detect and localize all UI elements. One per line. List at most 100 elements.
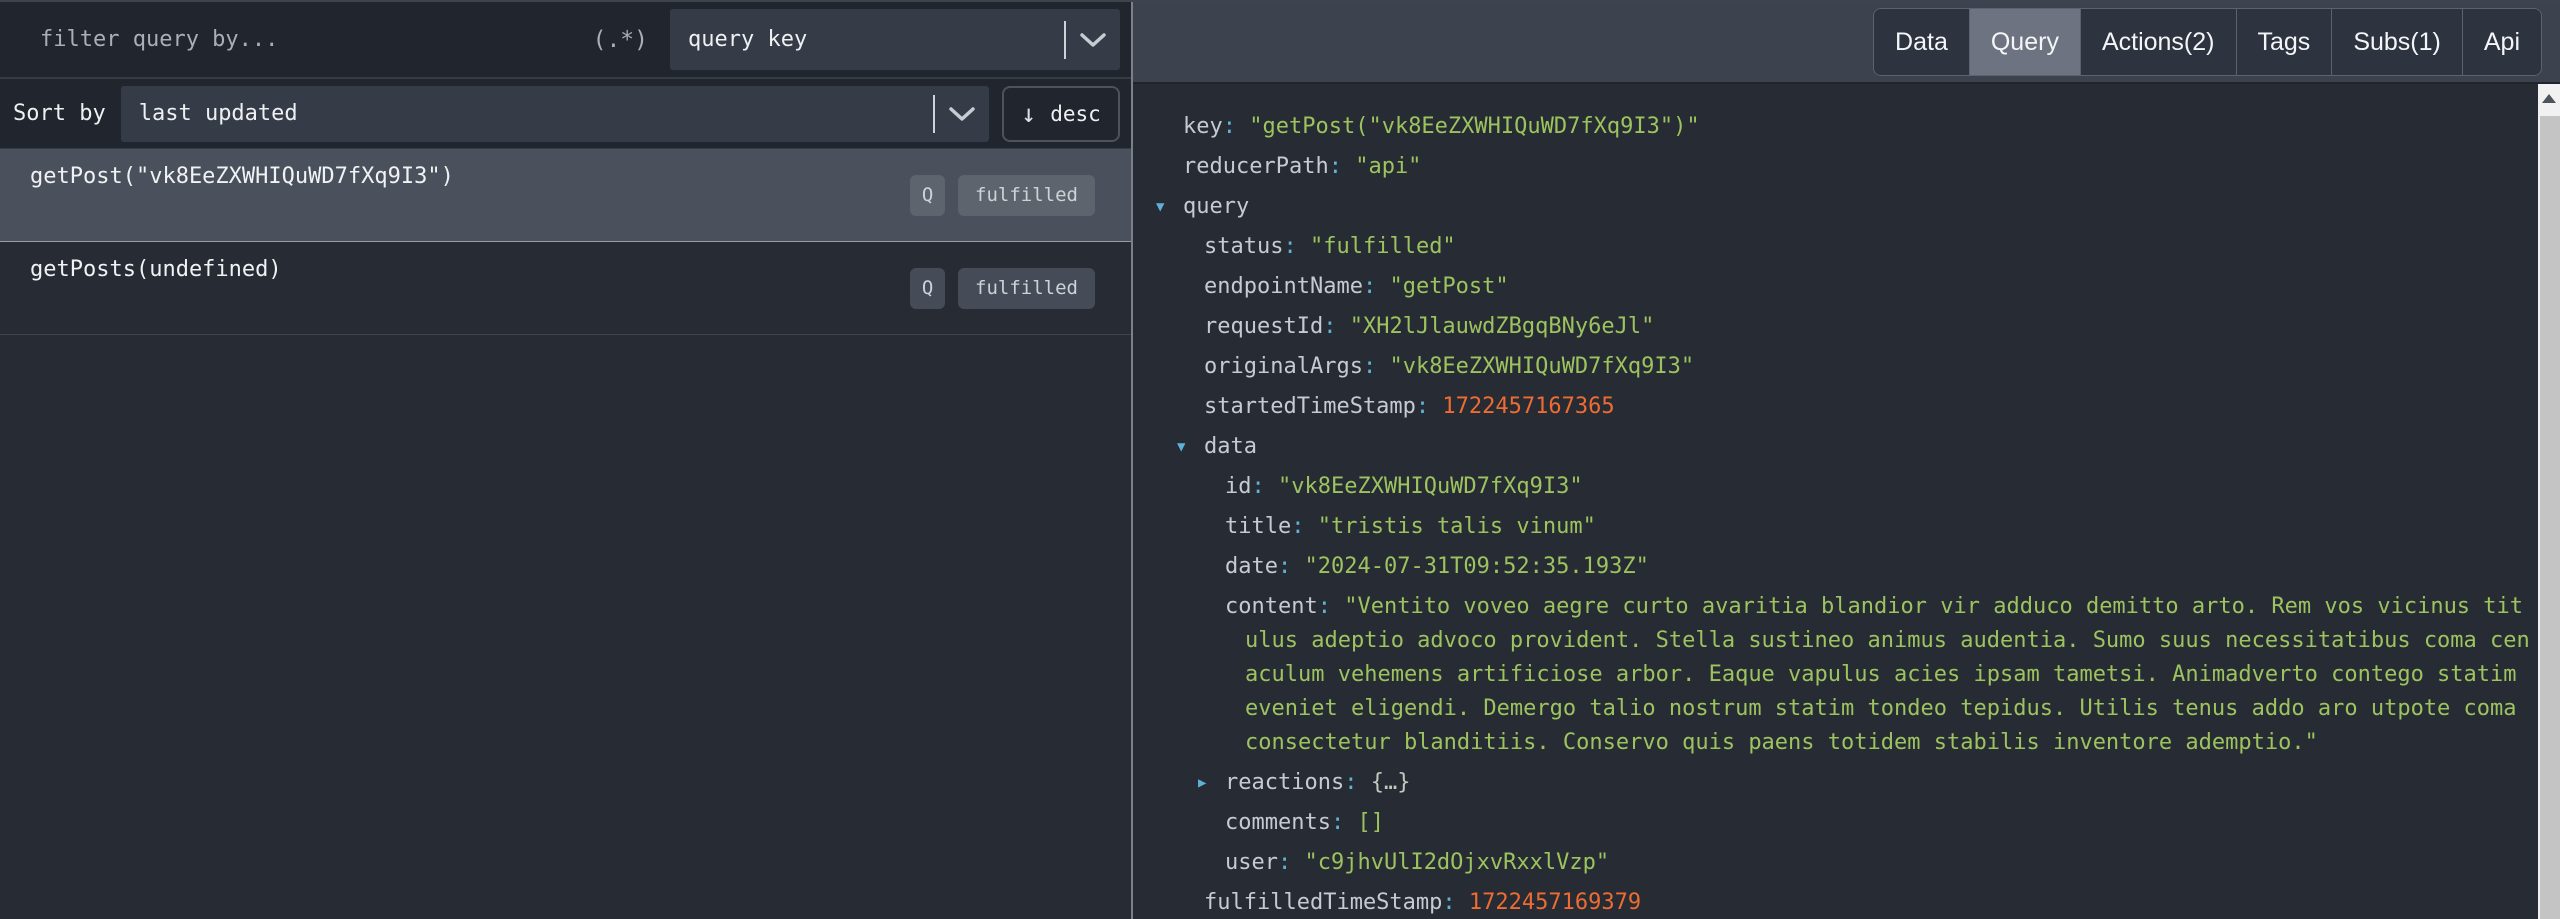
tree-key: key [1183, 114, 1223, 139]
tree-row-fulfilledtimestamp: fulfilledTimeStamp: 1722457169379 [1183, 886, 2532, 919]
tree-key[interactable]: data [1204, 434, 1257, 459]
key-value-separator: : [1363, 354, 1390, 379]
tree-row-requestid: requestId: "XH2lJlauwdZBgqBNy6eJl" [1183, 310, 2532, 344]
arrow-up-icon [2542, 94, 2556, 103]
tab-tags[interactable]: Tags [2236, 9, 2332, 75]
tree-value-string: "2024-07-31T09:52:35.193Z" [1304, 554, 1648, 579]
sort-by-label: Sort by [13, 101, 106, 126]
tree-row-user: user: "c9jhvUlI2dOjxvRxxlVzp" [1183, 846, 2532, 880]
query-key-label: getPost("vk8EeZXWHIQuWD7fXq9I3") [30, 164, 454, 189]
rtk-query-devtools-panel: (.*) query key Sort by last updated [0, 0, 2560, 919]
tree-value-string: "XH2lJlauwdZBgqBNy6eJl" [1350, 314, 1655, 339]
key-value-separator: : [1323, 314, 1350, 339]
key-value-separator: : [1283, 234, 1310, 259]
detail-tabs-header: DataQueryActions(2)TagsSubs(1)Api [1133, 2, 2560, 84]
tree-key: reducerPath [1183, 154, 1329, 179]
triangle-expanded-icon[interactable]: ▼ [1156, 190, 1183, 224]
tree-key: comments [1225, 810, 1331, 835]
tree-row-content: content: "Ventito voveo aegre curto avar… [1183, 590, 2532, 760]
filter-field-select-value: query key [670, 27, 1064, 52]
chevron-down-icon [935, 106, 989, 122]
triangle-collapsed-icon[interactable]: ▶ [1198, 766, 1225, 800]
tree-row-reducerpath: reducerPath: "api" [1183, 150, 2532, 184]
chevron-down-icon [1066, 32, 1120, 48]
key-value-separator: : [1318, 594, 1345, 619]
triangle-expanded-icon[interactable]: ▼ [1177, 430, 1204, 464]
tree-value-string: "vk8EeZXWHIQuWD7fXq9I3" [1389, 354, 1694, 379]
scrollbar-up-button[interactable] [2538, 84, 2560, 112]
arrow-down-icon: ↓ [1021, 99, 1036, 128]
tab-bar: DataQueryActions(2)TagsSubs(1)Api [1873, 8, 2542, 76]
tree-key: status [1204, 234, 1283, 259]
query-list: getPost("vk8EeZXWHIQuWD7fXq9I3") Qfulfill… [0, 149, 1131, 919]
filter-bar: (.*) query key [0, 2, 1131, 79]
query-detail-panel: DataQueryActions(2)TagsSubs(1)Api key: "… [1133, 2, 2560, 919]
tree-row-originalargs: originalArgs: "vk8EeZXWHIQuWD7fXq9I3" [1183, 350, 2532, 384]
tree-key: user [1225, 850, 1278, 875]
query-badges: Qfulfilled [910, 268, 1095, 309]
tree-value-array: [] [1357, 810, 1384, 835]
tab-api[interactable]: Api [2462, 9, 2541, 75]
key-value-separator: : [1252, 474, 1279, 499]
tree-row-key: key: "getPost("vk8EeZXWHIQuWD7fXq9I3")" [1183, 110, 2532, 144]
tree-row-query[interactable]: ▼query [1183, 190, 2532, 224]
sort-bar: Sort by last updated ↓ desc [0, 79, 1131, 149]
scrollbar-thumb[interactable] [2540, 116, 2560, 919]
tree-value-string: "c9jhvUlI2dOjxvRxxlVzp" [1304, 850, 1609, 875]
tree-value-string: "vk8EeZXWHIQuWD7fXq9I3" [1278, 474, 1583, 499]
status-badge: fulfilled [958, 268, 1095, 309]
tree-row-id: id: "vk8EeZXWHIQuWD7fXq9I3" [1183, 470, 2532, 504]
tab-actions-2[interactable]: Actions(2) [2080, 9, 2236, 75]
sort-direction-label: desc [1050, 102, 1101, 126]
key-value-separator: : [1442, 890, 1469, 915]
tree-row-data[interactable]: ▼data [1183, 430, 2532, 464]
tree-row-reactions[interactable]: ▶reactions: {…} [1183, 766, 2532, 800]
query-type-badge: Q [910, 175, 945, 216]
query-list-item-getposts[interactable]: getPosts(undefined) Qfulfilled [0, 242, 1131, 335]
key-value-separator: : [1363, 274, 1390, 299]
key-value-separator: : [1331, 810, 1358, 835]
sort-field-select[interactable]: last updated [121, 86, 989, 142]
tree-key: startedTimeStamp [1204, 394, 1416, 419]
tree-row-startedtimestamp: startedTimeStamp: 1722457167365 [1183, 390, 2532, 424]
filter-field-select[interactable]: query key [670, 9, 1120, 70]
tree-value-string: "Ventito voveo aegre curto avaritia blan… [1245, 594, 2530, 755]
tree-key[interactable]: query [1183, 194, 1249, 219]
query-list-item-getpost[interactable]: getPost("vk8EeZXWHIQuWD7fXq9I3") Qfulfill… [0, 149, 1131, 242]
tree-value-string: "getPost" [1389, 274, 1508, 299]
tree-key: endpointName [1204, 274, 1363, 299]
tree-row-date: date: "2024-07-31T09:52:35.193Z" [1183, 550, 2532, 584]
tree-value-number: 1722457169379 [1469, 890, 1641, 915]
key-value-separator: : [1416, 394, 1443, 419]
tree-row-status: status: "fulfilled" [1183, 230, 2532, 264]
sort-direction-button[interactable]: ↓ desc [1002, 86, 1120, 142]
filter-query-input[interactable] [40, 27, 579, 52]
vertical-scrollbar[interactable] [2538, 84, 2560, 919]
tree-row-endpointname: endpointName: "getPost" [1183, 270, 2532, 304]
tree-row-title: title: "tristis talis vinum" [1183, 510, 2532, 544]
key-value-separator: : [1278, 850, 1305, 875]
json-tree: key: "getPost("vk8EeZXWHIQuWD7fXq9I3")" r… [1183, 110, 2532, 919]
status-badge: fulfilled [958, 175, 1095, 216]
tree-key: date [1225, 554, 1278, 579]
tree-key[interactable]: reactions [1225, 770, 1344, 795]
tree-value-preview: {…} [1371, 770, 1411, 795]
tree-key: requestId [1204, 314, 1323, 339]
query-key-label: getPosts(undefined) [30, 257, 282, 282]
key-value-separator: : [1278, 554, 1305, 579]
tab-query[interactable]: Query [1969, 9, 2080, 75]
tab-subs-1[interactable]: Subs(1) [2331, 9, 2462, 75]
key-value-separator: : [1223, 114, 1250, 139]
tree-key: fulfilledTimeStamp [1204, 890, 1442, 915]
query-type-badge: Q [910, 268, 945, 309]
regex-toggle-button[interactable]: (.*) [587, 26, 654, 54]
key-value-separator: : [1329, 154, 1356, 179]
key-value-separator: : [1344, 770, 1371, 795]
tree-row-comments: comments: [] [1183, 806, 2532, 840]
query-badges: Qfulfilled [910, 175, 1095, 216]
tree-key: title [1225, 514, 1291, 539]
tree-key: id [1225, 474, 1252, 499]
key-value-separator: : [1291, 514, 1318, 539]
tab-data[interactable]: Data [1874, 9, 1969, 75]
tree-key: originalArgs [1204, 354, 1363, 379]
